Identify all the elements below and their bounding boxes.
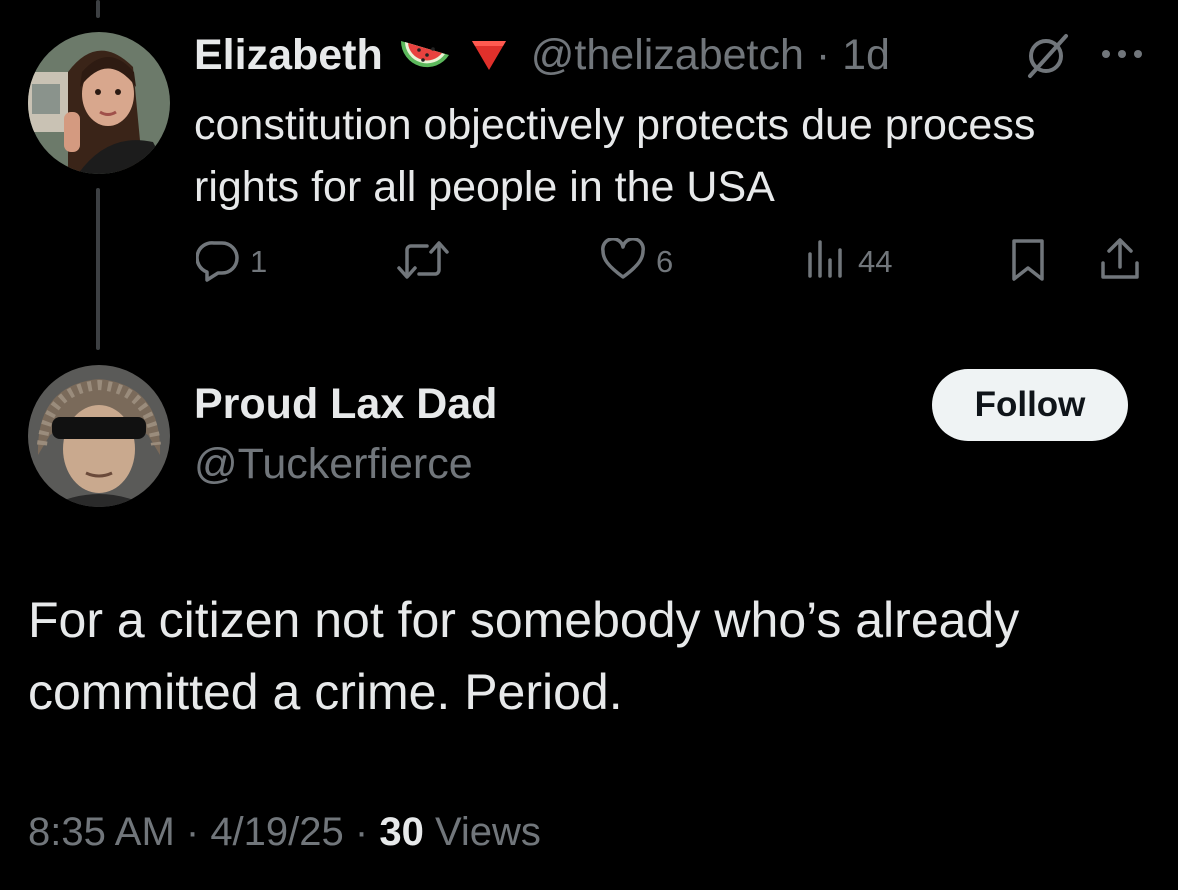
share-icon	[1098, 237, 1142, 288]
reply-text: For a citizen not for somebody who’s alr…	[28, 592, 1020, 720]
reply-icon	[195, 238, 240, 287]
display-name[interactable]: Elizabeth	[194, 31, 383, 80]
retweet-icon	[395, 238, 451, 287]
thread-line-top	[96, 0, 100, 18]
heart-icon	[600, 236, 646, 287]
bookmark-button[interactable]	[1008, 238, 1048, 284]
meta-separator-1: ·	[174, 810, 211, 854]
separator: ·	[803, 30, 843, 79]
handle-time: @thelizabetch · 1d	[531, 31, 890, 80]
retweet-button[interactable]	[395, 240, 461, 284]
reply-date[interactable]: 4/19/25	[210, 810, 343, 854]
reply-handle[interactable]: @Tuckerfierce	[194, 440, 473, 489]
tweet-meta: 8:35 AM · 4/19/25 · 30 Views	[28, 810, 541, 855]
reply-avatar[interactable]	[28, 365, 170, 507]
handle[interactable]: @thelizabetch	[531, 31, 804, 79]
share-button[interactable]	[1098, 237, 1142, 284]
reply-views-count: 30	[379, 810, 424, 854]
reply-views-label: Views	[423, 810, 541, 854]
thread-line	[96, 188, 100, 350]
views-button[interactable]: 44	[804, 238, 893, 287]
bookmark-icon	[1008, 237, 1048, 288]
timestamp[interactable]: 1d	[842, 31, 890, 79]
reply-time[interactable]: 8:35 AM	[28, 810, 175, 854]
reply-display-name[interactable]: Proud Lax Dad	[194, 380, 497, 429]
follow-button[interactable]: Follow	[932, 369, 1128, 441]
tweet-text: constitution objectively protects due pr…	[194, 101, 1036, 211]
like-count: 6	[656, 244, 674, 279]
avatar[interactable]	[28, 32, 170, 174]
red-triangle-down-icon	[469, 38, 509, 72]
tweet-header: Elizabeth @thelizabetch · 1d	[194, 30, 890, 80]
like-button[interactable]: 6	[600, 236, 674, 287]
view-count: 44	[858, 244, 893, 279]
grok-icon[interactable]	[1022, 33, 1072, 84]
reply-button[interactable]: 1	[195, 238, 268, 287]
more-icon[interactable]	[1098, 44, 1146, 69]
analytics-icon	[804, 238, 848, 287]
reply-count: 1	[250, 244, 268, 279]
watermelon-icon	[397, 33, 453, 77]
meta-separator-2: ·	[343, 810, 380, 854]
